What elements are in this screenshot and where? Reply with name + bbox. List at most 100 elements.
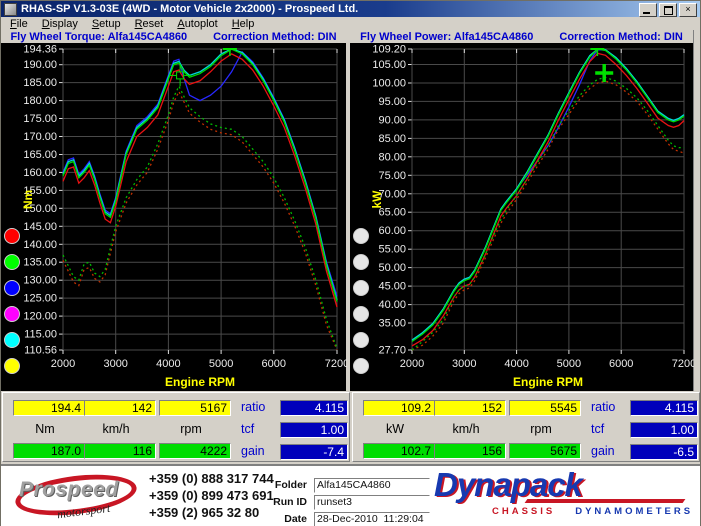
menu-display[interactable]: Display bbox=[35, 18, 85, 30]
tcf-value: 1.00 bbox=[630, 422, 698, 438]
window-controls: × bbox=[639, 3, 697, 17]
menu-reset[interactable]: Reset bbox=[128, 18, 171, 30]
svg-text:140.00: 140.00 bbox=[23, 239, 57, 251]
power-chart-title: Fly Wheel Power: Alfa145CA4860 bbox=[360, 30, 534, 43]
torque-panel: Fly Wheel Torque: Alfa145CA4860 Correcti… bbox=[1, 30, 347, 391]
gain-value: -7.4 bbox=[280, 444, 348, 460]
svg-text:110.56: 110.56 bbox=[24, 345, 57, 357]
torque-peak-rpm: 5167 bbox=[159, 400, 231, 416]
svg-text:180.00: 180.00 bbox=[23, 95, 57, 107]
rpm-unit-label: rpm bbox=[180, 422, 202, 436]
svg-text:4000: 4000 bbox=[156, 358, 180, 370]
speed-unit-label: km/h bbox=[452, 422, 480, 436]
svg-text:125.00: 125.00 bbox=[23, 293, 57, 305]
svg-text:Nm: Nm bbox=[21, 190, 35, 209]
rpm-unit-label: rpm bbox=[530, 422, 552, 436]
tcf-label: tcf bbox=[591, 422, 605, 436]
torque-chart-title: Fly Wheel Torque: Alfa145CA4860 bbox=[10, 30, 188, 43]
svg-text:80.00: 80.00 bbox=[378, 151, 406, 163]
power-cursor-speed: 156 bbox=[434, 443, 506, 459]
svg-text:3000: 3000 bbox=[103, 358, 127, 370]
power-cursor-rpm: 5675 bbox=[509, 443, 581, 459]
charts-row: Fly Wheel Torque: Alfa145CA4860 Correcti… bbox=[1, 30, 700, 391]
svg-text:4000: 4000 bbox=[504, 358, 528, 370]
torque-correction-method: Correction Method: DIN bbox=[213, 30, 337, 43]
window-edge-strip bbox=[693, 30, 700, 391]
run-id-label: Run ID bbox=[273, 496, 307, 508]
power-peak-speed: 152 bbox=[434, 400, 506, 416]
app-window: RHAS-SP V1.3-03E (4WD - Motor Vehicle 2x… bbox=[0, 0, 701, 526]
restore-button[interactable] bbox=[659, 3, 677, 17]
ratio-label: ratio bbox=[241, 400, 266, 414]
torque-cursor-speed: 116 bbox=[84, 443, 156, 459]
svg-text:90.00: 90.00 bbox=[378, 114, 406, 126]
svg-text:130.00: 130.00 bbox=[23, 275, 57, 287]
svg-text:185.00: 185.00 bbox=[23, 77, 57, 89]
tcf-label: tcf bbox=[241, 422, 255, 436]
date-field[interactable]: 28-Dec-2010 11:29:04 bbox=[314, 512, 430, 526]
svg-text:6000: 6000 bbox=[262, 358, 286, 370]
speed-unit-label: km/h bbox=[102, 422, 130, 436]
gain-label: gain bbox=[241, 444, 265, 458]
minimize-icon bbox=[643, 12, 650, 14]
svg-text:55.00: 55.00 bbox=[378, 244, 406, 256]
power-panel-header: Fly Wheel Power: Alfa145CA4860 Correctio… bbox=[350, 30, 694, 43]
svg-text:3000: 3000 bbox=[452, 358, 476, 370]
gain-value: -6.5 bbox=[630, 444, 698, 460]
menu-setup[interactable]: Setup bbox=[85, 18, 128, 30]
svg-text:100.00: 100.00 bbox=[372, 78, 406, 90]
torque-peak-speed: 142 bbox=[84, 400, 156, 416]
svg-text:95.00: 95.00 bbox=[378, 96, 406, 108]
gain-label: gain bbox=[591, 444, 615, 458]
power-unit-label: kW bbox=[385, 422, 405, 436]
svg-text:5000: 5000 bbox=[209, 358, 233, 370]
power-correction-method: Correction Method: DIN bbox=[559, 30, 683, 43]
svg-text:6000: 6000 bbox=[609, 358, 633, 370]
dynapack-swoosh-icon bbox=[524, 499, 686, 503]
menu-help[interactable]: Help bbox=[225, 18, 262, 30]
svg-text:115.00: 115.00 bbox=[24, 329, 57, 341]
svg-text:27.70: 27.70 bbox=[378, 345, 406, 357]
folder-field[interactable]: Alfa145CA4860 bbox=[314, 478, 430, 493]
svg-text:165.00: 165.00 bbox=[23, 149, 57, 161]
svg-text:2000: 2000 bbox=[400, 358, 424, 370]
torque-cursor-rpm: 4222 bbox=[159, 443, 231, 459]
torque-chart-svg: 194.36 190.00 185.00 180.00 175.00 170.00 165.… bbox=[21, 44, 347, 390]
power-peak-value: 109.2 bbox=[363, 400, 435, 416]
tcf-value: 1.00 bbox=[280, 422, 348, 438]
svg-text:105.00: 105.00 bbox=[372, 59, 406, 71]
power-cursor-value: 102.7 bbox=[363, 443, 435, 459]
svg-text:5000: 5000 bbox=[557, 358, 581, 370]
app-icon bbox=[4, 2, 17, 16]
svg-text:120.00: 120.00 bbox=[23, 311, 57, 323]
menu-bar: File Display Setup Reset Autoplot Help bbox=[1, 17, 700, 30]
torque-panel-header: Fly Wheel Torque: Alfa145CA4860 Correcti… bbox=[1, 30, 347, 43]
power-chart-svg: 109.20 105.00 100.00 95.00 90.00 85.00 80.00 75… bbox=[370, 44, 694, 390]
restore-icon bbox=[664, 6, 673, 15]
svg-text:75.00: 75.00 bbox=[378, 170, 406, 182]
run-id-field[interactable]: runset3 bbox=[314, 495, 430, 510]
svg-text:45.00: 45.00 bbox=[378, 281, 406, 293]
svg-text:85.00: 85.00 bbox=[378, 133, 406, 145]
ratio-label: ratio bbox=[591, 400, 616, 414]
dynapack-logo: Dynapack CHASSIS DYNAMOMETERS bbox=[434, 466, 690, 518]
svg-text:145.00: 145.00 bbox=[23, 221, 57, 233]
dynapack-wordmark: Dynapack bbox=[434, 466, 583, 503]
minimize-button[interactable] bbox=[639, 3, 657, 17]
prospeed-logo: Prospeed motorsport bbox=[13, 468, 141, 523]
svg-text:Engine RPM: Engine RPM bbox=[513, 375, 583, 389]
svg-text:7200: 7200 bbox=[325, 358, 347, 370]
close-button[interactable]: × bbox=[679, 3, 697, 17]
svg-text:7200: 7200 bbox=[672, 358, 694, 370]
power-readout-panel: 109.2 152 5545 kW km/h rpm 102.7 156 567… bbox=[352, 392, 700, 462]
title-bar: RHAS-SP V1.3-03E (4WD - Motor Vehicle 2x… bbox=[1, 1, 700, 17]
svg-text:Engine RPM: Engine RPM bbox=[165, 375, 235, 389]
svg-text:50.00: 50.00 bbox=[378, 262, 406, 274]
torque-chart-plot[interactable]: 194.36 190.00 185.00 180.00 175.00 170.00 165.… bbox=[1, 43, 347, 391]
menu-autoplot[interactable]: Autoplot bbox=[170, 18, 224, 30]
torque-unit-label: Nm bbox=[35, 422, 55, 436]
ratio-value: 4.115 bbox=[630, 400, 698, 416]
svg-text:160.00: 160.00 bbox=[23, 167, 57, 179]
power-chart-plot[interactable]: 109.20 105.00 100.00 95.00 90.00 85.00 80.00 75… bbox=[350, 43, 694, 391]
menu-file[interactable]: File bbox=[3, 18, 35, 30]
